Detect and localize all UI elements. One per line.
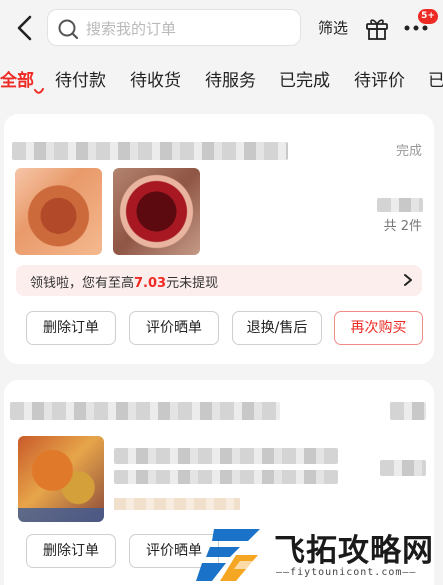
product-title-blurred xyxy=(114,470,338,484)
price-blurred xyxy=(380,460,426,476)
watermark: 飞拓攻略网 ——fiytounicont.com—— xyxy=(196,521,443,585)
order-status-blurred xyxy=(390,402,426,420)
back-arrow-icon[interactable] xyxy=(12,14,38,42)
search-input[interactable]: 搜索我的订单 xyxy=(47,9,301,46)
tab-all[interactable]: 全部 xyxy=(0,66,34,91)
order-card[interactable]: 完成 共 2件 领钱啦，您有至高7.03元未提现 删除订单 评价晒单 退换/售后… xyxy=(4,114,434,364)
tab-pending-service[interactable]: 待服务 xyxy=(205,66,256,91)
delete-order-button[interactable]: 删除订单 xyxy=(26,534,116,568)
gift-icon[interactable] xyxy=(364,15,390,41)
cashback-banner[interactable]: 领钱啦，您有至高7.03元未提现 xyxy=(16,265,422,296)
tab-more[interactable]: 已 xyxy=(428,66,443,91)
chevron-right-icon xyxy=(404,274,412,286)
cashback-text: 领钱啦，您有至高7.03元未提现 xyxy=(30,276,219,291)
shop-name-blurred xyxy=(10,402,280,420)
watermark-name: 飞拓攻略网 xyxy=(274,533,434,569)
product-image[interactable] xyxy=(15,168,102,255)
delete-order-button[interactable]: 删除订单 xyxy=(26,311,116,345)
tab-pending-review[interactable]: 待评价 xyxy=(354,66,405,91)
product-spec-blurred xyxy=(114,498,240,510)
search-icon xyxy=(58,19,79,40)
tab-completed[interactable]: 已完成 xyxy=(279,66,330,91)
product-title-blurred xyxy=(114,448,338,464)
watermark-url: ——fiytounicont.com—— xyxy=(276,567,417,578)
notification-badge: 5+ xyxy=(418,9,438,24)
item-count: 共 2件 xyxy=(383,219,422,234)
search-placeholder: 搜索我的订单 xyxy=(86,20,177,38)
tab-active-indicator xyxy=(34,88,44,94)
product-image[interactable] xyxy=(18,436,104,522)
cashback-amount: 7.03 xyxy=(134,276,167,291)
product-image[interactable] xyxy=(113,168,200,255)
tab-pending-payment[interactable]: 待付款 xyxy=(55,66,106,91)
review-order-button[interactable]: 评价晒单 xyxy=(129,311,219,345)
price-blurred xyxy=(377,198,423,212)
top-bar: 搜索我的订单 筛选 5+ xyxy=(0,0,443,56)
order-status: 完成 xyxy=(395,144,422,159)
filter-button[interactable]: 筛选 xyxy=(318,17,348,38)
shop-name-blurred xyxy=(12,142,288,160)
return-exchange-button[interactable]: 退换/售后 xyxy=(232,311,322,345)
buy-again-button[interactable]: 再次购买 xyxy=(334,311,423,345)
tab-pending-receipt[interactable]: 待收货 xyxy=(130,66,181,91)
watermark-logo xyxy=(196,529,260,581)
order-tabs: 全部 待付款 待收货 待服务 已完成 待评价 已 xyxy=(0,60,443,96)
